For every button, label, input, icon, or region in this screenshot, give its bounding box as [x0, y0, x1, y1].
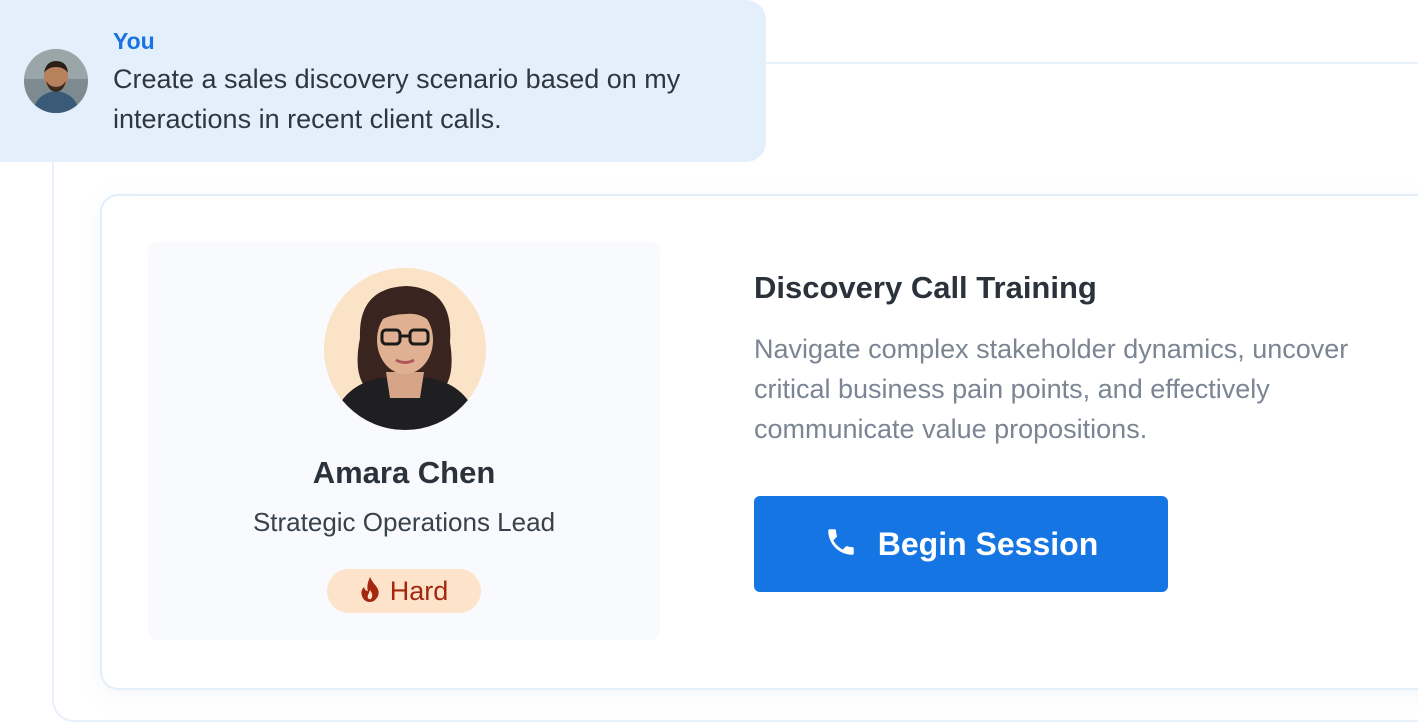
difficulty-badge: Hard [327, 569, 481, 613]
persona-avatar [324, 268, 486, 430]
persona-role: Strategic Operations Lead [252, 507, 556, 537]
phone-icon [824, 525, 858, 564]
user-avatar [24, 49, 88, 113]
begin-session-label: Begin Session [877, 525, 1099, 562]
difficulty-label: Hard [389, 575, 449, 606]
scenario-description: Navigate complex stakeholder dynamics, u… [754, 334, 1349, 444]
message-text: Create a sales discovery scenario based … [113, 64, 681, 134]
flame-icon [360, 576, 380, 607]
message-author: You [113, 28, 155, 54]
user-message-bubble: You Create a sales discovery scenario ba… [0, 0, 766, 162]
persona-name: Amara Chen [312, 455, 496, 490]
begin-session-button[interactable]: Begin Session [754, 496, 1168, 592]
scenario-title: Discovery Call Training [754, 270, 1097, 305]
